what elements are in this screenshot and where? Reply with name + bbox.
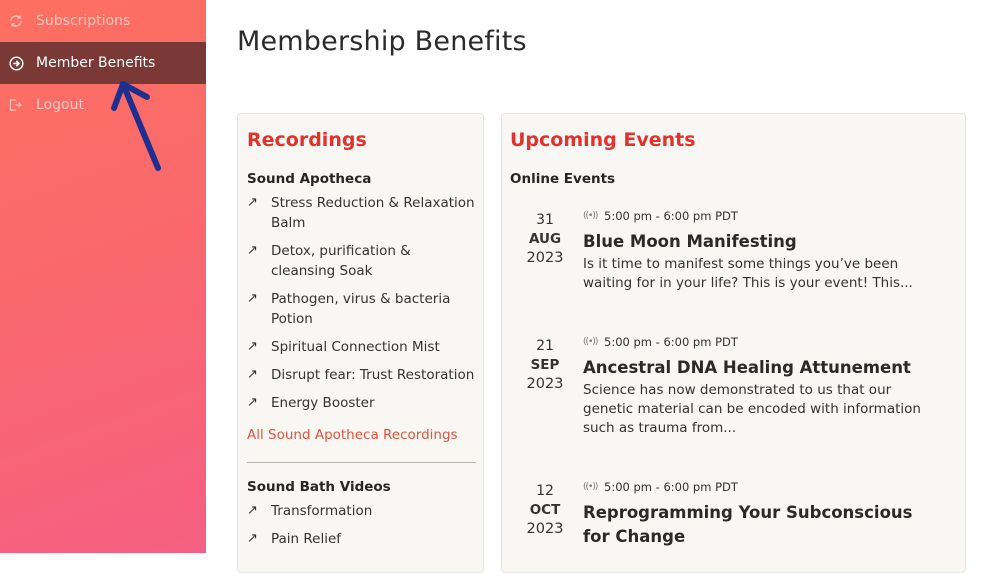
refresh-circle-icon	[8, 13, 24, 29]
logout-icon	[8, 97, 24, 113]
page-title: Membership Benefits	[237, 26, 527, 57]
sidebar-item-member-benefits[interactable]: Member Benefits	[0, 42, 206, 84]
sidebar: Subscriptions Member Benefits Logout	[0, 0, 206, 553]
arrow-up-right-icon: ↗	[247, 501, 271, 521]
event-description: Science has now demonstrated to us that …	[583, 381, 923, 438]
online-events-heading: Online Events	[510, 171, 615, 187]
recording-link[interactable]: ↗Pathogen, virus & bacteria Potion	[247, 289, 477, 329]
video-link[interactable]: ↗Pain Relief	[247, 529, 477, 549]
sound-bath-videos-list: ↗Transformation ↗Pain Relief	[247, 501, 477, 557]
recording-link[interactable]: ↗Detox, purification & cleansing Soak	[247, 241, 477, 281]
arrow-up-right-icon: ↗	[247, 241, 271, 281]
sidebar-item-label: Subscriptions	[36, 13, 130, 29]
sound-apotheca-list: ↗Stress Reduction & Relaxation Balm ↗Det…	[247, 193, 477, 421]
recording-link[interactable]: ↗Stress Reduction & Relaxation Balm	[247, 193, 477, 233]
section-heading-sound-bath-videos: Sound Bath Videos	[247, 479, 391, 495]
broadcast-icon: ((•))	[583, 211, 597, 221]
arrow-up-right-icon: ↗	[247, 193, 271, 233]
event-time: 5:00 pm - 6:00 pm PDT	[604, 209, 738, 223]
arrow-up-right-icon: ↗	[247, 365, 271, 385]
event-time: 5:00 pm - 6:00 pm PDT	[604, 480, 738, 494]
events-title: Upcoming Events	[510, 129, 696, 151]
sidebar-item-label: Member Benefits	[36, 55, 155, 71]
recordings-card: Recordings Sound Apotheca ↗Stress Reduct…	[237, 113, 484, 573]
main-content: Membership Benefits Recordings Sound Apo…	[206, 0, 1000, 553]
event-time: 5:00 pm - 6:00 pm PDT	[604, 335, 738, 349]
video-link[interactable]: ↗Transformation	[247, 501, 477, 521]
arrow-up-right-icon: ↗	[247, 529, 271, 549]
event-title[interactable]: Ancestral DNA Healing Attunement	[583, 356, 923, 380]
sidebar-item-subscriptions[interactable]: Subscriptions	[0, 0, 206, 42]
arrow-up-right-icon: ↗	[247, 337, 271, 357]
section-heading-sound-apotheca: Sound Apotheca	[247, 171, 371, 187]
arrow-up-right-icon: ↗	[247, 393, 271, 413]
arrow-right-circle-icon	[8, 55, 24, 71]
recording-link[interactable]: ↗Energy Booster	[247, 393, 477, 413]
event-description: Is it time to manifest some things you’v…	[583, 255, 923, 293]
all-sound-apotheca-link[interactable]: All Sound Apotheca Recordings	[247, 427, 458, 443]
annotation-arrow-icon	[110, 75, 170, 175]
sidebar-item-label: Logout	[36, 97, 84, 113]
broadcast-icon: ((•))	[583, 482, 597, 492]
recordings-title: Recordings	[247, 129, 367, 151]
broadcast-icon: ((•))	[583, 337, 597, 347]
event-title[interactable]: Blue Moon Manifesting	[583, 230, 923, 254]
recording-link[interactable]: ↗Spiritual Connection Mist	[247, 337, 477, 357]
event-title[interactable]: Reprogramming Your Subconscious for Chan…	[583, 501, 923, 549]
sidebar-item-logout[interactable]: Logout	[0, 84, 206, 126]
arrow-up-right-icon: ↗	[247, 289, 271, 329]
section-divider	[247, 462, 476, 463]
events-card: Upcoming Events Online Events 31 AUG 202…	[501, 113, 966, 573]
recording-link[interactable]: ↗Disrupt fear: Trust Restoration	[247, 365, 477, 385]
